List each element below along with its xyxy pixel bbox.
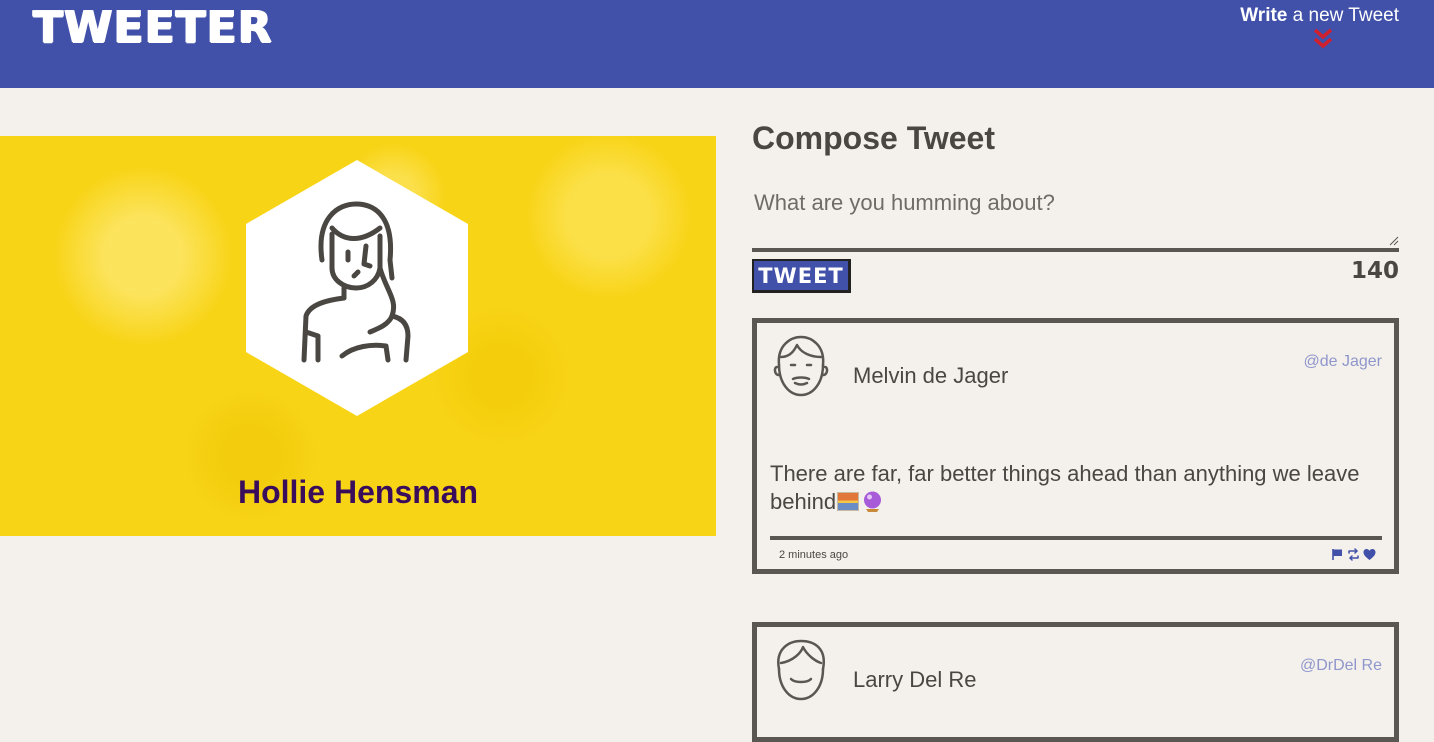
heart-icon[interactable] — [1363, 548, 1376, 561]
tweet-card: Larry Del Re @DrDel Re — [752, 622, 1399, 742]
compose-title: Compose Tweet — [752, 120, 995, 156]
tweet-card: Melvin de Jager @de Jager There are far,… — [752, 318, 1399, 574]
tweet-actions — [1331, 548, 1376, 561]
tweet-text: There are far, far better things ahead t… — [770, 460, 1370, 516]
double-chevron-down-icon[interactable] — [1313, 28, 1333, 50]
write-link-strong: Write — [1240, 5, 1288, 26]
sunrise-emoji — [837, 492, 860, 511]
tweet-author: Larry Del Re — [853, 667, 977, 692]
tweet-handle[interactable]: @de Jager — [1303, 353, 1382, 371]
crystal-ball-emoji — [864, 491, 882, 512]
man-avatar-icon — [773, 335, 829, 397]
resize-grip-icon[interactable] — [1389, 236, 1399, 246]
retweet-icon[interactable] — [1347, 548, 1360, 561]
tweet-handle[interactable]: @DrDel Re — [1300, 657, 1382, 675]
logo[interactable]: TWEETER — [33, 2, 273, 53]
write-new-tweet-link[interactable]: Write a new Tweet — [1240, 5, 1399, 27]
profile-name: Hollie Hensman — [237, 474, 479, 510]
character-counter: 140 — [1350, 258, 1399, 284]
tweet-author: Melvin de Jager — [853, 363, 1009, 388]
top-nav-bar: TWEETER Write a new Tweet — [0, 0, 1434, 88]
tweet-button[interactable]: TWEET — [752, 259, 851, 293]
compose-divider — [752, 248, 1399, 252]
boy-avatar-icon — [777, 639, 826, 701]
compose-tweet-input[interactable] — [752, 184, 1399, 248]
tweet-timestamp: 2 minutes ago — [779, 549, 849, 561]
flag-icon[interactable] — [1331, 548, 1344, 561]
profile-avatar — [246, 160, 468, 416]
tweet-divider — [770, 536, 1382, 540]
write-link-rest: a new Tweet — [1287, 5, 1399, 26]
